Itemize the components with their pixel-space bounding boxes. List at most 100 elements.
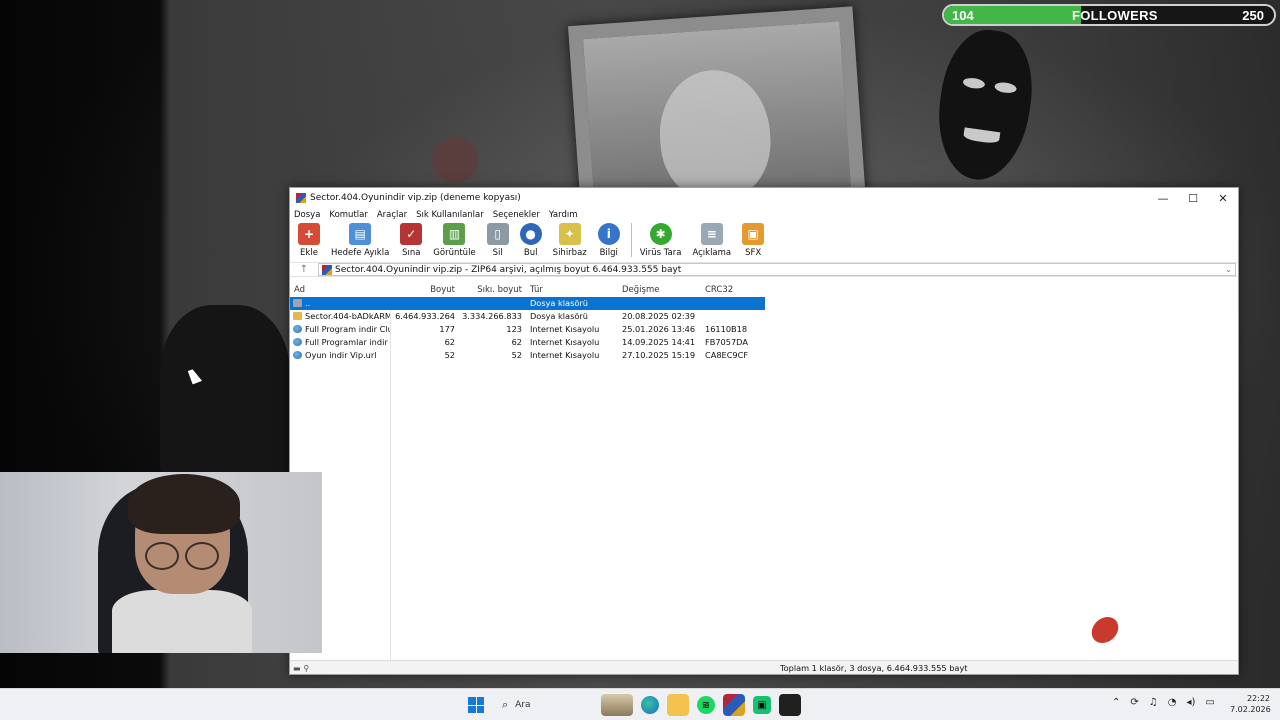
widgets-thumbnail-icon[interactable]	[601, 694, 633, 716]
file-type: Dosya klasörü	[530, 311, 588, 322]
file-name: Oyun indir Vip.url	[305, 349, 377, 360]
menu-dosya[interactable]: Dosya	[294, 210, 320, 220]
delete-button[interactable]: ▯ Sil	[486, 223, 509, 258]
info-button-label: Bilgi	[599, 248, 618, 258]
file-name: Sector.404-bADkARMA	[305, 311, 390, 322]
mask-eye	[994, 81, 1018, 95]
microphone-icon[interactable]: ♫	[1149, 697, 1158, 708]
minimize-button[interactable]: —	[1148, 192, 1178, 205]
extract-folder-icon: ▤	[349, 223, 372, 245]
toolbar-separator	[630, 223, 632, 257]
extract-to-button-label: Hedefe Ayıkla	[331, 248, 390, 258]
sync-icon[interactable]: ⟳	[1130, 697, 1138, 708]
taskbar-search[interactable]: ⌕ Ara	[500, 694, 588, 716]
file-modified: 27.10.2025 15:19	[622, 349, 696, 360]
clock[interactable]: 22:22 7.02.2026	[1230, 693, 1271, 715]
column-name[interactable]: Ad	[290, 285, 390, 295]
status-text: Toplam 1 klasör, 3 dosya, 6.464.933.555 …	[780, 662, 968, 673]
glasses-lens	[145, 542, 179, 570]
add-button[interactable]: + Ekle	[298, 223, 320, 258]
close-button[interactable]: ✕	[1208, 192, 1238, 205]
follower-label: FOLLOWERS	[1072, 8, 1158, 23]
find-button[interactable]: ● Bul	[519, 223, 542, 258]
file-modified: 20.08.2025 02:39	[622, 311, 696, 322]
follower-goal: 250	[1242, 8, 1264, 23]
clock-date: 7.02.2026	[1230, 705, 1271, 714]
test-button[interactable]: ✓ Sına	[400, 223, 423, 258]
internet-shortcut-icon	[293, 350, 302, 359]
virus-scan-button[interactable]: ✱ Virüs Tara	[640, 223, 681, 258]
menu-yardim[interactable]: Yardım	[549, 210, 578, 220]
file-modified: 25.01.2026 13:46	[622, 323, 696, 334]
archive-icon	[322, 264, 332, 275]
find-button-label: Bul	[523, 248, 538, 258]
virus-scan-icon: ✱	[649, 223, 672, 245]
sfx-button-label: SFX	[745, 248, 762, 258]
info-icon: i	[597, 223, 620, 245]
file-row[interactable]: Sector.404-bADkARMA 6.464.933.264 3.334.…	[290, 310, 1238, 323]
file-type: Internet Kısayolu	[530, 323, 600, 334]
chevron-up-icon[interactable]: ⌃	[1112, 697, 1120, 708]
windows-start-icon[interactable]	[468, 697, 484, 713]
search-icon: ⌕	[502, 698, 509, 711]
maximize-button[interactable]: ☐	[1178, 192, 1208, 205]
file-type: Dosya klasörü	[530, 298, 588, 309]
column-modified[interactable]: Değişme	[622, 285, 705, 295]
file-packed-size: 62	[511, 336, 522, 347]
wifi-icon[interactable]: ◔	[1168, 697, 1177, 708]
address-field[interactable]: Sector.404.Oyunindir vip.zip - ZIP64 arş…	[318, 263, 1236, 276]
delete-button-label: Sil	[492, 248, 503, 258]
menu-sik-kullanilanlar[interactable]: Sık Kullanılanlar	[416, 210, 484, 220]
menu-secenekler[interactable]: Seçenekler	[493, 210, 540, 220]
file-row[interactable]: Oyun indir Vip.url 52 52 Internet Kısayo…	[290, 348, 1238, 361]
view-book-icon: ▥	[443, 223, 466, 245]
test-button-label: Sına	[402, 248, 421, 258]
comment-button[interactable]: ≡ Açıklama	[692, 223, 731, 258]
wizard-button[interactable]: ✦ Sihirbaz	[553, 223, 587, 258]
file-packed-size: 123	[506, 323, 522, 334]
spotify-icon[interactable]: ≋	[697, 696, 715, 714]
column-header: Ad Boyut Sıkı. boyut Tür Değişme CRC32	[290, 282, 1238, 297]
battery-icon[interactable]: ▭	[1205, 697, 1214, 708]
chevron-down-icon[interactable]: ⌄	[1225, 265, 1235, 274]
trash-icon: ▯	[486, 223, 509, 245]
clock-time: 22:22	[1246, 694, 1270, 703]
sfx-button[interactable]: ▣ SFX	[742, 223, 765, 258]
column-packed-size[interactable]: Sıkı. boyut	[455, 285, 522, 295]
menu-bar: Dosya Komutlar Araçlar Sık Kullanılanlar…	[290, 208, 1238, 222]
info-button[interactable]: i Bilgi	[597, 223, 620, 258]
file-row-parent[interactable]: .. Dosya klasörü	[290, 297, 765, 310]
folder-icon	[293, 312, 302, 321]
mask-eye	[962, 76, 986, 90]
toolbar: + Ekle ▤ Hedefe Ayıkla ✓ Sına ▥ Görüntüle ▯ S…	[290, 222, 1238, 262]
game-app-icon[interactable]	[779, 694, 801, 716]
edge-browser-icon[interactable]	[641, 696, 659, 714]
file-crc: FB7057DA	[705, 336, 748, 347]
file-row[interactable]: Full Program indir Clu... 177 123 Intern…	[290, 323, 1238, 336]
file-size: 52	[444, 349, 455, 360]
view-button[interactable]: ▥ Görüntüle	[433, 223, 476, 258]
streamer-torso	[112, 590, 252, 653]
file-rows: .. Dosya klasörü Sector.404-bADkARMA 6.4…	[290, 297, 1238, 361]
title-bar[interactable]: Sector.404.Oyunindir vip.zip (deneme kop…	[290, 188, 1238, 208]
file-explorer-icon[interactable]	[667, 694, 689, 716]
find-magnifier-icon: ●	[519, 223, 542, 245]
file-type: Internet Kısayolu	[530, 336, 600, 347]
column-size[interactable]: Boyut	[390, 285, 455, 295]
streamer-hair	[128, 474, 240, 534]
file-row[interactable]: Full Programlar indir ... 62 62 Internet…	[290, 335, 1238, 348]
winrar-taskbar-icon[interactable]	[723, 694, 745, 716]
column-type[interactable]: Tür	[522, 285, 622, 295]
android-app-icon[interactable]: ▣	[753, 696, 771, 714]
menu-komutlar[interactable]: Komutlar	[329, 210, 367, 220]
up-arrow-icon[interactable]: ↑	[290, 264, 318, 275]
winrar-window: Sector.404.Oyunindir vip.zip (deneme kop…	[289, 187, 1239, 675]
parent-folder-icon	[293, 299, 302, 308]
address-bar: ↑ Sector.404.Oyunindir vip.zip - ZIP64 a…	[290, 262, 1238, 277]
column-crc[interactable]: CRC32	[705, 285, 765, 295]
mask-mouth	[963, 127, 1001, 145]
menu-araclar[interactable]: Araçlar	[377, 210, 407, 220]
follower-current: 104	[952, 8, 974, 23]
volume-icon[interactable]: ◂)	[1186, 697, 1195, 708]
extract-to-button[interactable]: ▤ Hedefe Ayıkla	[331, 223, 389, 258]
